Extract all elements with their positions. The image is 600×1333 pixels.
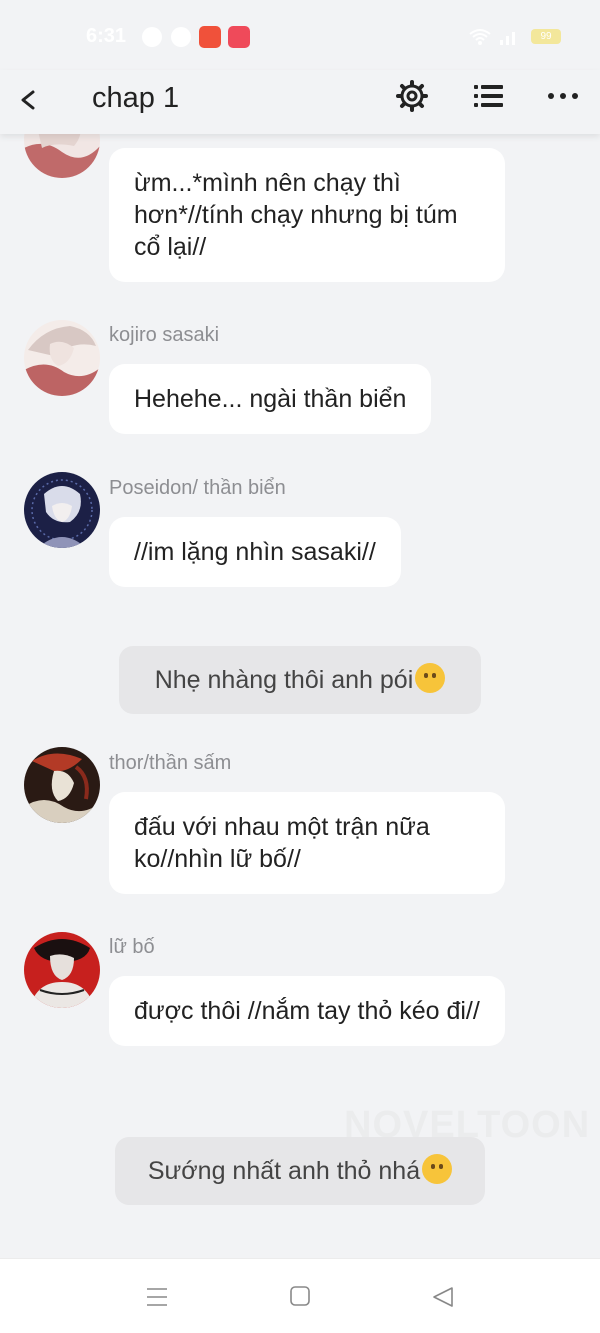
battery-indicator: 99	[531, 29, 561, 44]
back-triangle-icon[interactable]	[430, 1284, 456, 1310]
avatar[interactable]	[24, 134, 100, 178]
notification-icon	[171, 27, 191, 47]
message-text: //im lặng nhìn sasaki//	[134, 538, 376, 566]
status-bar: 6:31 99	[0, 0, 600, 70]
message-bubble: //im lặng nhìn sasaki//	[109, 517, 401, 587]
status-time: 6:31	[86, 25, 127, 47]
sender-name: thor/thần sấm	[109, 752, 232, 774]
message-bubble: được thôi //nắm tay thỏ kéo đi//	[109, 976, 505, 1046]
sender-name: kojiro sasaki	[109, 324, 220, 346]
manga-app-icon	[228, 26, 250, 48]
sender-name: Poseidon/ thần biển	[109, 477, 286, 499]
narration-text: Sướng nhất anh thỏ nhá	[147, 1157, 421, 1185]
list-icon[interactable]	[470, 78, 506, 114]
narration-text: Nhẹ nhàng thôi anh pói	[154, 666, 414, 694]
avatar[interactable]	[24, 320, 100, 396]
message-text: đấu với nhau một trận nữa ko//nhìn lữ bố…	[134, 813, 430, 873]
recent-apps-icon[interactable]	[145, 1285, 169, 1309]
avatar[interactable]	[24, 747, 100, 823]
notification-icon	[142, 27, 162, 47]
message-text: Hehehe... ngài thần biển	[134, 385, 407, 413]
avatar[interactable]	[24, 472, 100, 548]
shop-app-icon	[199, 26, 221, 48]
home-icon[interactable]	[288, 1284, 312, 1308]
more-dots-icon[interactable]	[545, 80, 581, 110]
avatar[interactable]	[24, 932, 100, 1008]
slightly-smiling-face-icon	[415, 663, 446, 693]
message-bubble: đấu với nhau một trận nữa ko//nhìn lữ bố…	[109, 792, 505, 894]
chat-header: chap 1	[0, 70, 600, 134]
system-navigation-bar	[0, 1258, 600, 1333]
chat-list: ừm...*mình nên chạy thì hơn*//tính chạy …	[0, 134, 600, 1258]
message-bubble: ừm...*mình nên chạy thì hơn*//tính chạy …	[109, 148, 505, 282]
sender-name: lữ bố	[109, 936, 155, 958]
gear-icon[interactable]	[394, 78, 430, 114]
back-arrow-icon[interactable]	[12, 80, 48, 120]
page-title: chap 1	[92, 82, 180, 114]
smirking-face-icon	[422, 1154, 453, 1184]
message-text: được thôi //nắm tay thỏ kéo đi//	[134, 997, 480, 1025]
message-text: ừm...*mình nên chạy thì hơn*//tính chạy …	[134, 169, 458, 261]
wifi-icon	[469, 29, 491, 45]
message-bubble: Hehehe... ngài thần biển	[109, 364, 432, 434]
narration-bubble: Sướng nhất anh thỏ nhá	[115, 1137, 485, 1205]
narration-bubble: Nhẹ nhàng thôi anh pói	[119, 646, 481, 714]
signal-icon	[500, 32, 515, 45]
